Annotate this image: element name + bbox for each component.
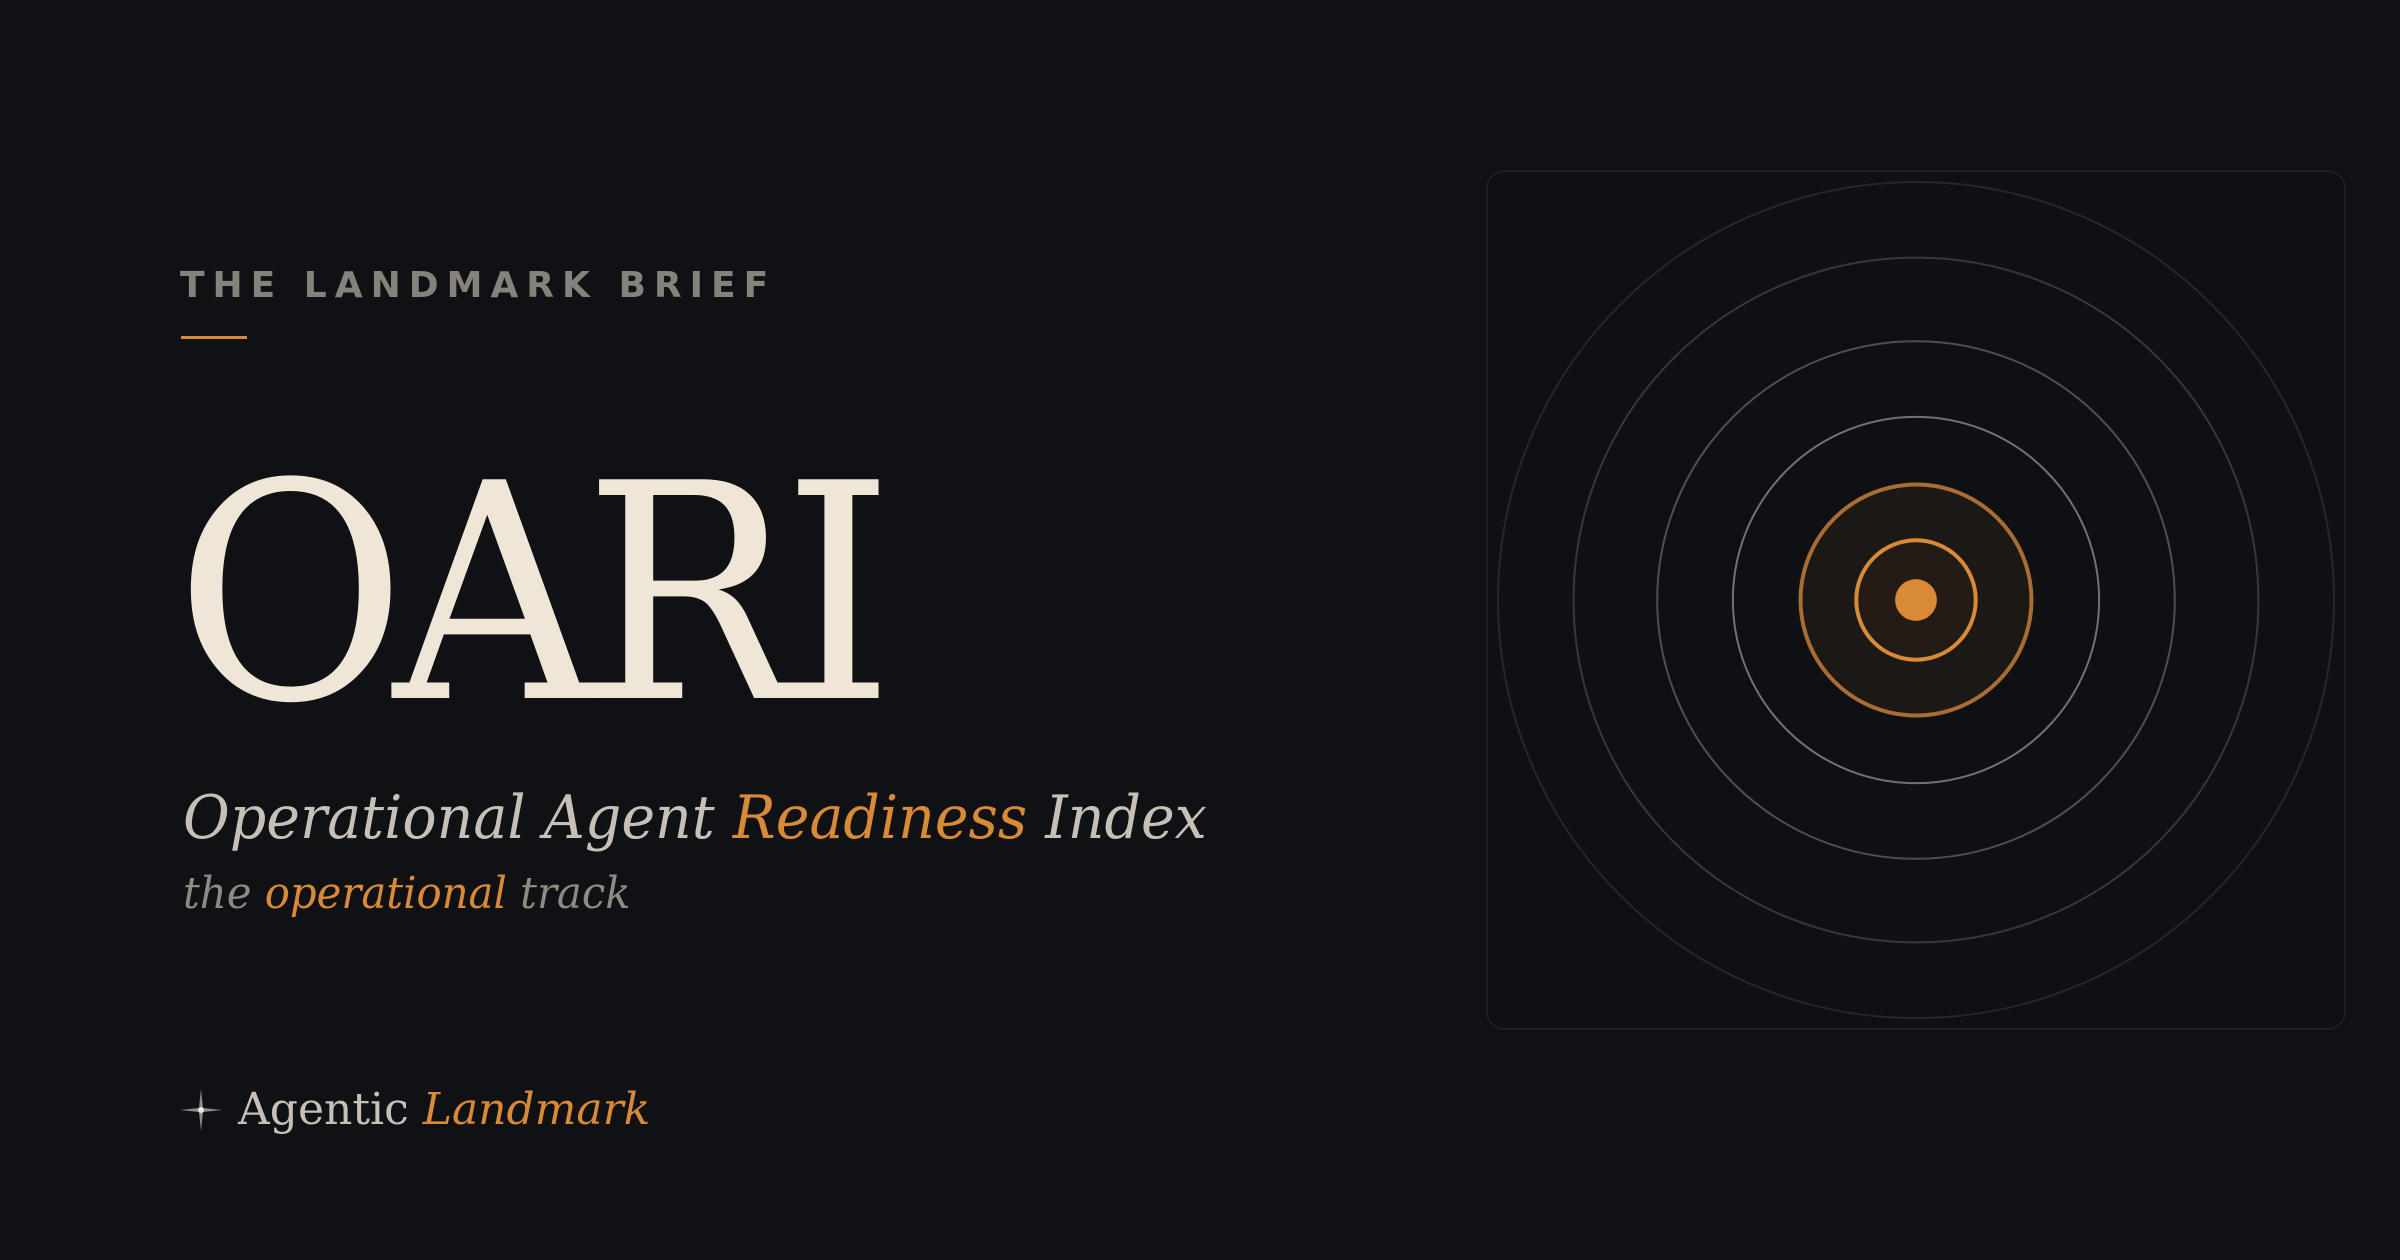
subtitle: Operational Agent Readiness Index xyxy=(183,778,1207,858)
tagline-part-1: the xyxy=(183,868,265,919)
brief-cover: THE LANDMARK BRIEF OARI Operational Agen… xyxy=(0,0,2400,1260)
subtitle-part-2: Index xyxy=(1027,783,1207,853)
brand-logo: Agentic Landmark xyxy=(178,1075,650,1145)
tagline: the operational track xyxy=(183,862,631,926)
eyebrow-label: THE LANDMARK BRIEF xyxy=(180,265,777,306)
brand-name-accent: Landmark xyxy=(422,1084,651,1135)
tagline-part-2: track xyxy=(506,868,631,919)
tagline-accent: operational xyxy=(264,868,507,919)
brand-name: Agentic Landmark xyxy=(238,1078,650,1142)
concentric-target-icon xyxy=(1496,180,2336,1020)
subtitle-accent: Readiness xyxy=(732,783,1028,853)
eyebrow-underline xyxy=(181,336,247,339)
subtitle-part-1: Operational Agent xyxy=(183,783,733,853)
target-graphic-panel xyxy=(1486,170,2346,1030)
headline-title: OARI xyxy=(175,420,894,769)
sparkle-star-icon xyxy=(180,1089,222,1131)
brand-name-primary: Agentic xyxy=(238,1084,409,1135)
